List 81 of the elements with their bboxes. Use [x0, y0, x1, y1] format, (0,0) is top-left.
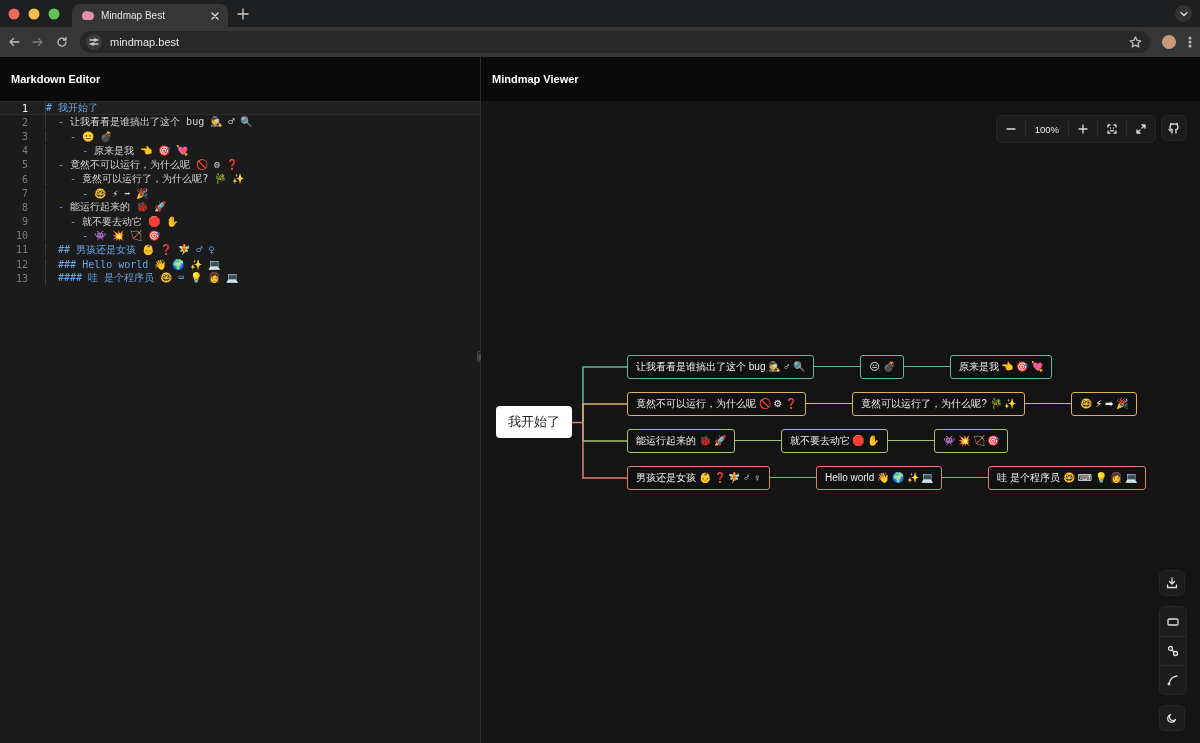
profile-avatar[interactable] [1162, 35, 1176, 49]
mindmap-node[interactable]: 原来是我 👈 🎯 💘 [949, 354, 1052, 379]
download-icon [1166, 577, 1178, 589]
panel-title: Mindmap Viewer [492, 73, 579, 85]
code-text: - 让我看看是谁搞出了这个 bug 🕵 ♂ 🔍 [45, 115, 253, 130]
code-text: ### Hello world 👋 🌍 ✨ 💻 [45, 258, 221, 270]
forward-icon[interactable] [32, 36, 44, 48]
zoom-level: 100% [1024, 121, 1068, 137]
url-text: mindmap.best [110, 36, 181, 48]
connector-line [734, 439, 781, 442]
plus-icon [1078, 124, 1088, 134]
line-number: 11 [14, 244, 28, 256]
code-text: #### 哇 是个程序员 🤓 ⌨ 💡 👩 💻 [45, 271, 239, 286]
line-number: 13 [14, 272, 28, 284]
expand-icon [1136, 124, 1146, 134]
mindmap-node[interactable]: 哇 是个程序员 🤓 ⌨ 💡 👩 💻 [988, 465, 1146, 490]
link-nodes-icon [1167, 645, 1179, 657]
connector-line [814, 365, 861, 368]
close-window-icon[interactable] [8, 7, 20, 20]
line-number: 10 [14, 230, 28, 242]
close-icon[interactable] [210, 10, 220, 21]
mindmap-node[interactable]: 能运行起来的 🐞 🚀 [627, 428, 735, 453]
connector-line [942, 476, 989, 479]
mindmap-node[interactable]: 竟然不可以运行，为什么呢 🚫 ⚙ ❓ [627, 391, 807, 416]
tab-title: Mindmap Best [101, 10, 166, 21]
connector-line [769, 476, 816, 479]
line-number: 9 [20, 216, 28, 228]
mindmap-node[interactable]: 就不要去动它 🛑 ✋ [780, 428, 889, 453]
maximize-window-icon[interactable] [48, 7, 60, 20]
root-node[interactable]: 我开始了 [496, 406, 572, 438]
github-button[interactable] [1161, 115, 1187, 141]
menu-icon[interactable] [1188, 36, 1192, 48]
browser-tab[interactable]: Mindmap Best [72, 4, 228, 27]
code-text: ## 男孩还是女孩 👶 ❓ 🧚 ♂ ♀ [45, 242, 215, 257]
moon-icon [1166, 712, 1178, 724]
line-number: 3 [20, 130, 28, 142]
address-bar[interactable]: mindmap.best [80, 31, 1150, 53]
new-tab-icon[interactable] [237, 8, 249, 20]
bookmark-star-icon[interactable] [1129, 36, 1142, 48]
line-number: 2 [20, 116, 28, 128]
code-text: - 👾 💥 🏹 🎯 [45, 230, 161, 242]
mindmap-node[interactable]: Hello world 👋 🌍 ✨ 💻 [815, 465, 943, 490]
mindmap-node[interactable]: 男孩还是女孩 👶 ❓ 🧚 ♂ ♀ [627, 465, 770, 490]
back-icon[interactable] [8, 36, 20, 48]
line-number: 8 [20, 201, 28, 213]
github-icon [1168, 122, 1180, 134]
connector-line [903, 365, 950, 368]
fit-view-icon [1107, 124, 1117, 134]
code-text: - 竟然不可以运行，为什么呢 🚫 ⚙ ❓ [45, 157, 239, 172]
reload-icon[interactable] [56, 36, 68, 48]
mindmap-node[interactable]: 👾 💥 🏹 🎯 [934, 428, 1009, 453]
tab-list-button[interactable] [1175, 5, 1192, 22]
line-number: 5 [20, 159, 28, 171]
line-number: 7 [20, 187, 28, 199]
connector-line [888, 439, 935, 442]
code-text: - 就不要去动它 🛑 ✋ [45, 214, 179, 229]
line-number: 1 [20, 102, 28, 114]
connector-line [1025, 402, 1072, 405]
connector-line [806, 402, 853, 405]
mindmap-node[interactable]: 竟然可以运行了，为什么呢? 🎋 ✨ [852, 391, 1026, 416]
line-number: 4 [20, 145, 28, 157]
curve-icon [1167, 674, 1179, 686]
mindmap-node[interactable]: 🤓 ⚡ ➡ 🎉 [1071, 391, 1138, 416]
line-number: 12 [14, 258, 28, 270]
theme-toggle-button[interactable] [1159, 705, 1185, 731]
grip-icon [478, 353, 483, 360]
brain-icon [80, 9, 94, 22]
rectangle-icon [1167, 615, 1179, 628]
mindmap-node[interactable]: 😐 💣 [860, 354, 904, 379]
download-button[interactable] [1159, 570, 1185, 596]
code-text: # 我开始了 [45, 101, 99, 116]
code-text: - 原来是我 👈 🎯 💘 [45, 143, 189, 158]
code-text: - 😐 💣 [45, 130, 113, 142]
mindmap-node[interactable]: 让我看看是谁搞出了这个 bug 🕵 ♂ 🔍 [627, 354, 815, 379]
code-text: - 🤓 ⚡ ➡ 🎉 [45, 187, 149, 199]
line-number: 6 [20, 173, 28, 185]
code-text: - 能运行起来的 🐞 🚀 [45, 200, 167, 215]
panel-title: Markdown Editor [11, 73, 101, 85]
minimize-window-icon[interactable] [28, 7, 40, 20]
site-settings-icon[interactable] [89, 37, 99, 47]
code-text: - 竟然可以运行了，为什么呢? 🎋 ✨ [45, 172, 245, 187]
